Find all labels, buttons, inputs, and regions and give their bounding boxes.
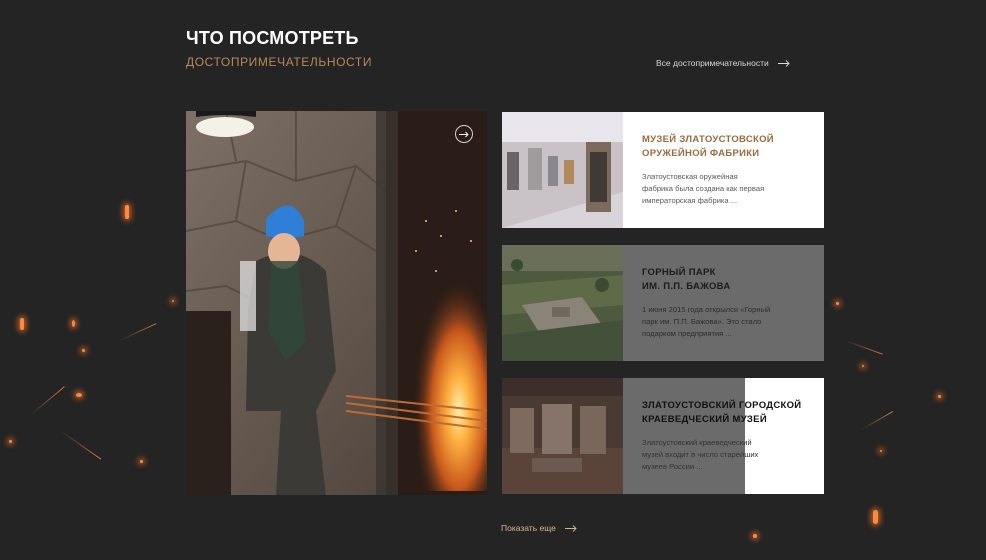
attraction-card-bazhov-park[interactable]: ГОРНЫЙ ПАРК ИМ. П.П. БАЖОВА 1 июня 2015 …: [502, 245, 824, 361]
card-description: Златоустовский краеведческий музей входи…: [642, 438, 759, 471]
show-more-button[interactable]: Показать еще: [501, 523, 577, 533]
local-museum-thumbnail: [502, 378, 623, 494]
show-more-label: Показать еще: [501, 523, 556, 533]
circle-arrow-icon[interactable]: [455, 125, 473, 143]
bazhov-park-thumbnail: [502, 245, 623, 361]
arms-museum-thumbnail: [502, 112, 623, 228]
card-title: МУЗЕЙ ЗЛАТОУСТОВСКОЙ ОРУЖЕЙНОЙ ФАБРИКИ: [642, 134, 774, 159]
section-subtitle: ДОСТОПРИМЕЧАТЕЛЬНОСТИ: [186, 55, 373, 69]
all-attractions-link[interactable]: Все достопримечательности: [656, 58, 790, 68]
all-attractions-label: Все достопримечательности: [656, 58, 769, 68]
attraction-card-arms-museum[interactable]: МУЗЕЙ ЗЛАТОУСТОВСКОЙ ОРУЖЕЙНОЙ ФАБРИКИ З…: [502, 112, 824, 228]
card-description: 1 июня 2015 года открылся «Горный парк и…: [642, 305, 771, 338]
featured-attraction-card[interactable]: [186, 111, 487, 495]
card-title: ЗЛАТОУСТОВСКИЙ ГОРОДСКОЙ КРАЕВЕДЧЕСКИЙ М…: [642, 400, 802, 425]
forge-photo-image: [186, 111, 487, 495]
arrow-right-icon: [564, 524, 577, 532]
card-description: Златоустовская оружейная фабрика была со…: [642, 172, 765, 205]
arrow-right-icon: [777, 59, 790, 67]
card-title: ГОРНЫЙ ПАРК ИМ. П.П. БАЖОВА: [642, 267, 731, 292]
section-title: ЧТО ПОСМОТРЕТЬ: [186, 28, 359, 48]
attraction-card-local-museum[interactable]: ЗЛАТОУСТОВСКИЙ ГОРОДСКОЙ КРАЕВЕДЧЕСКИЙ М…: [502, 378, 824, 494]
